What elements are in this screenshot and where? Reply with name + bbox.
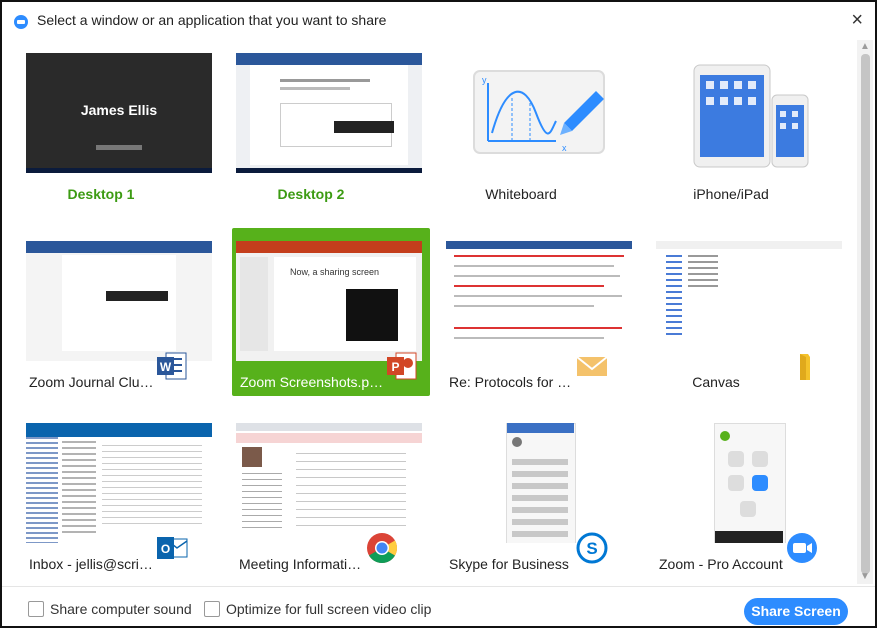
desktop-1-toolbar: [96, 145, 142, 150]
tile-meeting-information[interactable]: Meeting Information - Z...: [212, 410, 422, 578]
slide-heading: Now, a sharing screen: [290, 267, 380, 277]
window-thumbnail: [656, 423, 842, 543]
window-thumbnail: [236, 423, 422, 543]
tile-iphone-ipad[interactable]: iPhone/iPad: [632, 40, 842, 208]
desktop-2-taskbar: [236, 168, 422, 173]
tile-caption: Zoom Screenshots.pptx ...: [240, 374, 386, 390]
desktop-1-thumbnail: James Ellis: [26, 53, 212, 173]
svg-text:P: P: [391, 360, 399, 374]
share-source-grid: James Ellis Desktop 1 Desktop 2 y x Whit…: [2, 40, 857, 588]
chrome-icon: [367, 533, 398, 564]
skype-icon: S: [576, 532, 608, 564]
close-button[interactable]: ×: [851, 8, 863, 32]
tile-whiteboard[interactable]: y x Whiteboard: [422, 40, 632, 208]
device-thumbnail: [656, 53, 842, 173]
window-thumbnail: [26, 423, 212, 543]
folder-icon: [800, 354, 810, 380]
tile-caption: Skype for Business: [449, 556, 569, 572]
tile-caption: Whiteboard: [485, 186, 557, 202]
svg-text:S: S: [586, 539, 597, 558]
tile-zoom-pro-account[interactable]: Zoom - Pro Account: [632, 410, 842, 578]
iphone-ipad-icon: [693, 64, 809, 168]
tile-caption: Re: Protocols for Present...: [449, 374, 576, 390]
scroll-down-arrow-icon[interactable]: ▼: [859, 572, 871, 582]
tile-zoom-journal-club[interactable]: Zoom Journal Club Pres... W: [2, 228, 212, 396]
tile-inbox[interactable]: Inbox - jellis@scripps.ed... O: [2, 410, 212, 578]
tile-zoom-screenshots-pptx[interactable]: Now, a sharing screen Zoom Screenshots.p…: [232, 228, 430, 396]
optimize-video-checkbox[interactable]: [204, 601, 220, 617]
whiteboard-icon: y x: [473, 70, 605, 154]
share-screen-button[interactable]: Share Screen: [744, 598, 848, 625]
desktop-2-thumbnail: [236, 53, 422, 173]
vertical-scrollbar[interactable]: ▲ ▼: [857, 40, 873, 584]
tile-desktop-2[interactable]: Desktop 2: [212, 40, 422, 208]
tile-caption: Zoom Journal Club Pres...: [29, 374, 156, 390]
desktop-1-taskbar: [26, 168, 212, 173]
desktop-1-user-name: James Ellis: [80, 102, 158, 118]
tile-caption: Meeting Information - Z...: [239, 556, 366, 572]
dialog-title: Select a window or an application that y…: [37, 12, 387, 28]
scrollbar-thumb[interactable]: [861, 54, 870, 574]
tile-caption: Desktop 1: [67, 186, 135, 202]
window-thumbnail: [656, 241, 842, 361]
window-thumbnail: [26, 241, 212, 361]
share-sound-checkbox[interactable]: [28, 601, 44, 617]
window-thumbnail: [446, 241, 632, 361]
share-sound-label[interactable]: Share computer sound: [50, 601, 192, 617]
tile-skype-for-business[interactable]: Skype for Business S: [422, 410, 632, 578]
svg-text:y: y: [482, 75, 487, 85]
window-thumbnail: [446, 423, 632, 543]
desktop-2-page: [250, 65, 408, 165]
tile-desktop-1[interactable]: James Ellis Desktop 1: [2, 40, 212, 208]
zoom-icon: [787, 533, 817, 563]
dialog-footer: Share computer sound Optimize for full s…: [2, 586, 875, 627]
powerpoint-icon: P: [387, 352, 417, 380]
whiteboard-thumbnail: y x: [446, 53, 632, 173]
svg-text:x: x: [562, 143, 567, 153]
tile-caption: Zoom - Pro Account: [659, 556, 783, 572]
scroll-up-arrow-icon[interactable]: ▲: [859, 42, 871, 52]
desktop-2-ribbon: [236, 53, 422, 65]
tile-caption: Inbox - jellis@scripps.ed...: [29, 556, 156, 572]
share-screen-dialog: Select a window or an application that y…: [0, 0, 877, 628]
optimize-video-label[interactable]: Optimize for full screen video clip: [226, 601, 431, 617]
title-bar: Select a window or an application that y…: [2, 2, 875, 40]
zoom-app-icon: [14, 15, 28, 29]
svg-text:W: W: [160, 360, 172, 374]
tile-caption: Desktop 2: [277, 186, 345, 202]
tile-re-protocols[interactable]: Re: Protocols for Present...: [422, 228, 632, 396]
outlook-icon: O: [157, 537, 188, 559]
window-thumbnail: Now, a sharing screen: [236, 241, 422, 361]
tile-caption: iPhone/iPad: [693, 186, 769, 202]
tile-canvas[interactable]: Canvas: [632, 228, 842, 396]
word-icon: W: [157, 352, 187, 380]
svg-text:O: O: [161, 542, 170, 556]
